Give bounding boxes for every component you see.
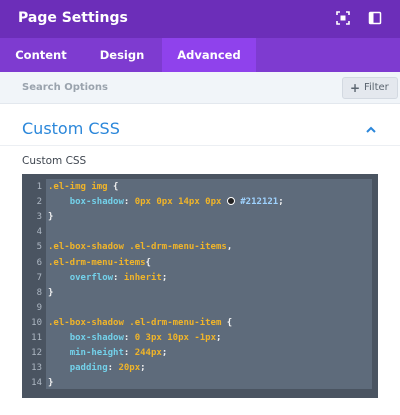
code-line: overflow: inherit;	[48, 271, 168, 286]
settings-header: Page Settings	[0, 0, 400, 38]
code-token: inherit	[123, 272, 162, 283]
plus-icon: +	[350, 81, 361, 95]
code-token: :	[107, 363, 119, 374]
code-token: box-shadow	[69, 197, 124, 208]
code-token: .el-box-shadow .el-drm-menu-items	[48, 242, 227, 253]
code-line: box-shadow: 0px 0px 14px 0px #212121;	[48, 195, 284, 210]
code-token: {	[107, 182, 119, 192]
code-token: 0 3px 10px -1px	[134, 333, 216, 343]
code-line: .el-drm-menu-items{	[48, 256, 151, 271]
code-token: ;	[278, 197, 284, 208]
code-token: {	[145, 257, 151, 268]
code-token: }	[48, 212, 54, 223]
code-token: :	[113, 272, 124, 283]
css-code-editor[interactable]: 1 .el-img img {2 box-shadow: 0px 0px 14px…	[22, 174, 378, 398]
code-token: ,	[226, 242, 233, 253]
line-number: 10	[31, 317, 42, 328]
code-line: .el-box-shadow .el-drm-menu-item {	[48, 316, 232, 331]
code-line: min-height: 244px;	[48, 346, 168, 361]
code-token: ;	[140, 363, 146, 374]
code-line: }	[48, 210, 53, 225]
tab-advanced[interactable]: Advanced	[162, 38, 256, 72]
custom-css-field-label: Custom CSS	[22, 155, 87, 167]
code-token: ;	[216, 333, 222, 343]
code-token: }	[48, 287, 54, 298]
chevron-up-icon[interactable]	[364, 122, 378, 136]
code-token: #212121	[240, 197, 279, 208]
code-token: box-shadow	[69, 333, 124, 343]
code-line: box-shadow: 0 3px 10px -1px;	[48, 331, 222, 346]
code-token: 244px	[134, 348, 162, 359]
line-number: 2	[36, 197, 42, 208]
code-token: {	[221, 317, 233, 328]
section-title-custom-css[interactable]: Custom CSS	[22, 118, 120, 140]
sidebar-toggle-icon[interactable]	[367, 10, 383, 26]
line-number: 9	[36, 302, 42, 313]
line-number: 7	[36, 272, 42, 283]
filter-label: Filter	[364, 82, 389, 93]
tab-content[interactable]: Content	[0, 38, 82, 72]
line-number: 4	[36, 227, 42, 238]
code-token: padding	[69, 363, 108, 374]
code-line: }	[48, 286, 53, 301]
code-token: .el-img img	[48, 182, 108, 192]
section-divider	[0, 145, 400, 146]
code-token: .el-drm-menu-items	[48, 257, 146, 268]
color-swatch-icon	[226, 197, 235, 206]
search-bar: Search Options + Filter	[0, 72, 400, 104]
tab-design[interactable]: Design	[82, 38, 162, 72]
code-line: }	[48, 376, 53, 391]
fullscreen-icon[interactable]	[335, 10, 351, 26]
code-token: 0px 0px 14px 0px	[134, 197, 222, 208]
line-number: 6	[36, 257, 42, 268]
code-line: .el-box-shadow .el-drm-menu-items,	[48, 240, 232, 255]
line-number: 1	[36, 182, 42, 192]
code-token: min-height	[69, 348, 124, 359]
line-number: 12	[31, 348, 42, 359]
search-options-input[interactable]: Search Options	[22, 72, 108, 104]
line-number: 14	[31, 378, 42, 389]
filter-button[interactable]: + Filter	[342, 77, 398, 99]
code-token: ;	[161, 348, 168, 359]
code-token: }	[48, 378, 54, 389]
code-token: :	[123, 348, 135, 359]
code-line: .el-img img {	[48, 180, 118, 195]
code-token: overflow	[69, 272, 114, 283]
code-token: :	[123, 197, 135, 208]
code-token: :	[123, 333, 135, 343]
code-token: ;	[161, 272, 168, 283]
panel-title: Page Settings	[18, 10, 128, 26]
line-number: 8	[36, 287, 42, 298]
line-number: 13	[31, 363, 42, 374]
line-number: 11	[31, 333, 42, 343]
code-line: padding: 20px;	[48, 361, 146, 376]
settings-tabs: Content Design Advanced	[0, 38, 400, 72]
line-number: 3	[36, 212, 42, 223]
line-number: 5	[36, 242, 42, 253]
code-token: .el-box-shadow .el-drm-menu-item	[48, 317, 222, 328]
code-token: 20px	[118, 363, 141, 374]
